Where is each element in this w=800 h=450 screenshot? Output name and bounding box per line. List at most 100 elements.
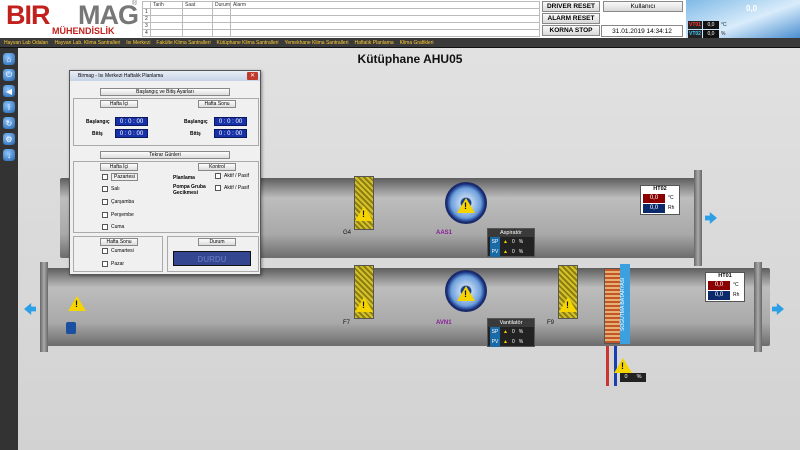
sensor-temp-unit: °C bbox=[733, 282, 739, 288]
download-icon[interactable]: ↓ bbox=[3, 149, 15, 161]
refresh-icon[interactable]: ↻ bbox=[3, 117, 15, 129]
alarm-row-index: 4 bbox=[142, 29, 151, 37]
menu-item-cafeteria-ahu[interactable]: Yemekhane Klima Santralleri bbox=[284, 38, 348, 48]
scada-screen: BIR MAG ® MÜHENDİSLİK Tarih Saat Durum A… bbox=[0, 0, 800, 450]
checkbox-box[interactable] bbox=[102, 199, 108, 205]
table-row[interactable]: 2 bbox=[142, 15, 540, 23]
checkbox-thursday[interactable]: Perşembe bbox=[102, 212, 134, 218]
logo-tagline: MÜHENDİSLİK bbox=[52, 26, 115, 36]
sensor-hum-unit: Rh bbox=[733, 292, 740, 298]
valve-readout[interactable]: 0% bbox=[620, 373, 646, 382]
info-icon[interactable]: i bbox=[3, 101, 15, 113]
menu-item-ahu-charts[interactable]: Klima Grafikleri bbox=[400, 38, 434, 48]
exhaust-controller[interactable]: Aspiratör SP ▲ 0% PV ▲ 0% bbox=[487, 228, 535, 257]
sensor-hum-value: 0,0 bbox=[643, 204, 665, 213]
logo: BIR MAG ® MÜHENDİSLİK bbox=[0, 0, 140, 38]
back-icon[interactable]: ◀ bbox=[3, 85, 15, 97]
weekday-days-header: Hafta İçi bbox=[100, 163, 138, 171]
checkbox-box[interactable] bbox=[102, 224, 108, 230]
controller-title: Aspiratör bbox=[488, 229, 534, 237]
driver-reset-button[interactable]: DRIVER RESET bbox=[542, 1, 600, 12]
filter-f9-label: F9 bbox=[547, 320, 555, 326]
dialog-titlebar[interactable]: Birmag - Isı Merkezi Haftalık Planlama ✕ bbox=[70, 71, 260, 81]
checkbox-saturday[interactable]: Cumartesi bbox=[102, 248, 134, 254]
weather-panel: VT01 0,0 °C VT02 0,0 % 0,0 bbox=[686, 0, 800, 38]
home-icon[interactable]: ⌂ bbox=[3, 53, 15, 65]
weekend-start-time[interactable]: 0 : 0 : 00 bbox=[214, 117, 247, 126]
logo-reg-mark: ® bbox=[132, 0, 138, 7]
warning-icon bbox=[355, 206, 373, 221]
checkbox-pump-active[interactable]: Aktif / Pasif bbox=[215, 185, 249, 191]
checkbox-label: Aktif / Pasif bbox=[224, 185, 250, 191]
datetime-display: 31.01.2019 14:34:12 bbox=[601, 25, 683, 37]
checkbox-label: Çarşamba bbox=[111, 199, 135, 205]
weekday-start-label: Başlangıç bbox=[86, 119, 110, 125]
controller-title: Vantilatör bbox=[488, 319, 534, 327]
section-repeat-days: Tekrar Günleri bbox=[100, 151, 230, 159]
horn-stop-button[interactable]: KORNA STOP bbox=[542, 25, 600, 36]
pump-delay-label: Pompa Gruba Gecikmesi bbox=[173, 184, 206, 196]
menu-item-animal-lab-rooms[interactable]: Hayvan Lab Odaları bbox=[4, 38, 48, 48]
weather-label: VT01 bbox=[688, 21, 702, 29]
sidebar: ⌂ ⏻ ◀ i ↻ ⚙ ↓ bbox=[0, 48, 18, 450]
weather-unit: % bbox=[721, 31, 726, 37]
warning-icon bbox=[68, 296, 86, 311]
page-title: Kütüphane AHU05 bbox=[357, 52, 463, 66]
planning-label: Planlama bbox=[173, 175, 195, 181]
menu-item-animal-lab-ahu[interactable]: Hayvan Lab. Klima Santralleri bbox=[54, 38, 120, 48]
power-icon[interactable]: ⏻ bbox=[3, 69, 15, 81]
checkbox-box[interactable] bbox=[102, 261, 108, 267]
checkbox-box[interactable] bbox=[215, 173, 221, 179]
sp-unit: % bbox=[518, 239, 524, 245]
status-display: DURDU bbox=[173, 251, 251, 266]
menu-item-weekly-planning[interactable]: Haftalık Planlama bbox=[354, 38, 393, 48]
checkbox-monday[interactable]: Pazartesi bbox=[102, 173, 138, 181]
controller-pv-row: PV ▲ 0% bbox=[488, 247, 534, 257]
sp-label: SP bbox=[490, 237, 500, 247]
checkbox-wednesday[interactable]: Çarşamba bbox=[102, 199, 134, 205]
weekly-planning-dialog: Birmag - Isı Merkezi Haftalık Planlama ✕… bbox=[69, 70, 261, 275]
sp-value: 0 bbox=[511, 329, 515, 335]
filter-f7-label: F7 bbox=[343, 320, 351, 326]
table-row[interactable]: 4 bbox=[142, 29, 540, 37]
airflow-arrow-icon bbox=[705, 212, 717, 224]
header: BIR MAG ® MÜHENDİSLİK Tarih Saat Durum A… bbox=[0, 0, 800, 38]
filter-g4[interactable] bbox=[354, 176, 374, 230]
menu-bar: Hayvan Lab Odaları Hayvan Lab. Klima San… bbox=[0, 38, 800, 48]
user-button[interactable]: Kullanıcı bbox=[603, 1, 683, 12]
weekday-end-time[interactable]: 0 : 0 : 00 bbox=[115, 129, 148, 138]
menu-item-heating-center[interactable]: Isı Merkezi bbox=[126, 38, 150, 48]
menu-item-faculty-ahu[interactable]: Fakülte Klima Santralleri bbox=[156, 38, 210, 48]
close-icon[interactable]: ✕ bbox=[247, 72, 258, 80]
table-row[interactable]: 1 bbox=[142, 8, 540, 16]
dialog-title: Birmag - Isı Merkezi Haftalık Planlama bbox=[78, 73, 164, 79]
alarm-table[interactable]: Tarih Saat Durum Alarm 1 2 3 4 bbox=[142, 1, 540, 37]
menu-item-library-ahu[interactable]: Kütüphane Klima Santralleri bbox=[217, 38, 279, 48]
alarm-reset-button[interactable]: ALARM RESET bbox=[542, 13, 600, 24]
checkbox-box[interactable] bbox=[215, 185, 221, 191]
sensor-ht02[interactable]: HT02 0,0 °C 0,0 Rh bbox=[640, 185, 680, 215]
checkbox-box[interactable] bbox=[102, 174, 108, 180]
pv-unit: % bbox=[518, 249, 524, 255]
weekend-end-time[interactable]: 0 : 0 : 00 bbox=[214, 129, 247, 138]
logo-text-part1: BIR bbox=[6, 0, 50, 30]
weekend-end-label: Bitiş bbox=[190, 131, 201, 137]
supply-duct bbox=[40, 268, 770, 346]
damper-actuator-icon[interactable] bbox=[66, 322, 76, 334]
weekday-start-time[interactable]: 0 : 0 : 00 bbox=[115, 117, 148, 126]
weekday-end-label: Bitiş bbox=[92, 131, 103, 137]
checkbox-friday[interactable]: Cuma bbox=[102, 224, 124, 230]
warning-icon: ▲ bbox=[503, 339, 508, 345]
table-row[interactable]: 3 bbox=[142, 22, 540, 30]
sensor-ht01[interactable]: HT01 0,0 °C 0,0 Rh bbox=[705, 272, 745, 302]
checkbox-planning-active[interactable]: Aktif / Pasif bbox=[215, 173, 249, 179]
supply-controller[interactable]: Vantilatör SP ▲ 0% PV ▲ 0% bbox=[487, 318, 535, 347]
warning-icon bbox=[614, 358, 632, 373]
checkbox-box[interactable] bbox=[102, 186, 108, 192]
alarm-table-header: Tarih Saat Durum Alarm bbox=[142, 1, 540, 9]
checkbox-box[interactable] bbox=[102, 248, 108, 254]
network-icon[interactable]: ⚙ bbox=[3, 133, 15, 145]
checkbox-tuesday[interactable]: Salı bbox=[102, 186, 120, 192]
checkbox-sunday[interactable]: Pazar bbox=[102, 261, 124, 267]
checkbox-box[interactable] bbox=[102, 212, 108, 218]
